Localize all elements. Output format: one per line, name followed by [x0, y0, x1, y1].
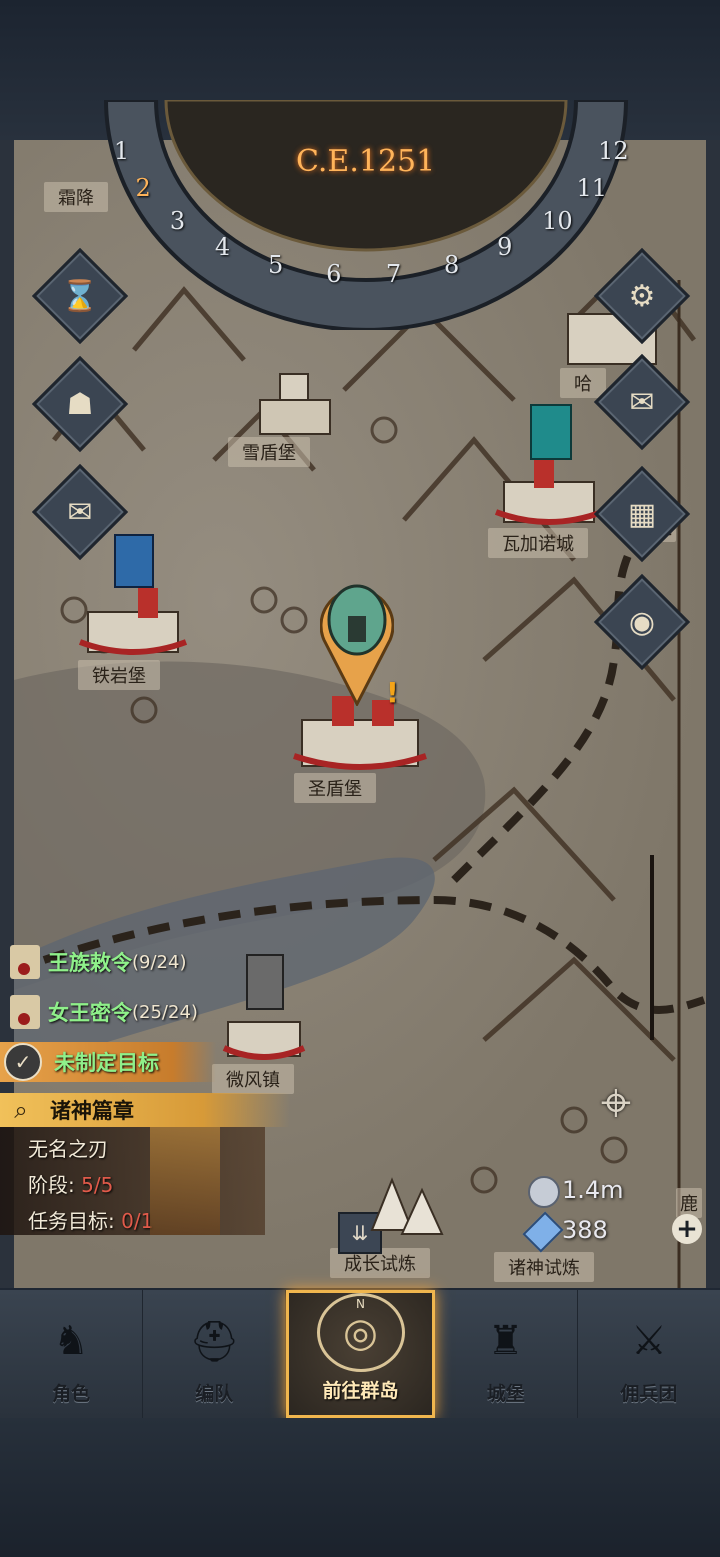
chapter-panel[interactable]: 无名之刃 阶段: 5/5 任务目标: 0/1: [0, 1127, 265, 1235]
chapter-name: 无名之刃: [28, 1137, 108, 1161]
knight-icon: ♞: [53, 1318, 90, 1364]
calendar-month-5[interactable]: 5: [268, 251, 283, 279]
quest-queen-order[interactable]: 女王密令 (25/24): [0, 992, 198, 1032]
place-wajianuo[interactable]: 瓦加诺城: [488, 528, 588, 558]
coin-icon: ◉: [628, 604, 656, 640]
calendar-month-7[interactable]: 7: [386, 260, 401, 288]
calendar-month-10[interactable]: 10: [542, 207, 573, 235]
place-ironrock[interactable]: 铁岩堡: [78, 660, 160, 690]
add-crystal-button[interactable]: +: [672, 1214, 702, 1244]
goal-value: 0/1: [121, 1209, 154, 1233]
crosshair-icon: ⌖: [600, 1071, 632, 1134]
hourglass-icon: ⌛: [61, 278, 99, 314]
quest-royal-edict[interactable]: 王族敕令 (9/24): [0, 942, 186, 982]
goal-row: 任务目标: 0/1: [28, 1205, 153, 1234]
quest-royal-edict-label: 王族敕令: [48, 951, 132, 975]
nav-islands-label: 前往群岛: [322, 1380, 399, 1402]
goal-label: 任务目标:: [28, 1209, 115, 1233]
nav-role-label: 角色: [52, 1383, 91, 1405]
calendar-month-8[interactable]: 8: [444, 251, 459, 279]
bag-icon: ☗: [66, 386, 94, 422]
bottom-frame: [0, 1418, 720, 1557]
compass-north: N: [356, 1297, 365, 1311]
nav-team-label: 编队: [195, 1383, 234, 1405]
silver-amount: 1.4m: [562, 1176, 624, 1204]
place-frost[interactable]: 霜降: [44, 182, 108, 212]
alert-icon: !: [386, 676, 399, 709]
plus-icon: +: [676, 1214, 698, 1244]
place-gods-trial[interactable]: 诸神试炼: [494, 1252, 594, 1282]
stage-label: 阶段:: [28, 1173, 75, 1197]
target-check-icon: ✓: [4, 1043, 42, 1081]
player-helmet-marker-icon[interactable]: [320, 580, 394, 706]
gear-icon: ⚙: [628, 278, 656, 314]
search-icon: ⌕: [14, 1096, 28, 1124]
calendar-month-2[interactable]: 2: [136, 174, 151, 202]
nav-islands[interactable]: N ◎ 前往群岛: [286, 1290, 435, 1418]
nav-role[interactable]: ♞ 角色: [0, 1290, 144, 1418]
nav-castle-label: 城堡: [486, 1383, 525, 1405]
locate-button[interactable]: ⌖: [568, 1070, 664, 1136]
scroll-seal-icon: [10, 995, 40, 1029]
no-target-label: 未制定目标: [54, 1051, 159, 1075]
place-snowshield[interactable]: 雪盾堡: [228, 437, 310, 467]
quest-queen-order-label: 女王密令: [48, 1001, 132, 1025]
stage-row: 阶段: 5/5: [28, 1169, 113, 1198]
calendar-year: C.E.1251: [296, 144, 436, 179]
faction-banner-icon: [114, 534, 154, 588]
helmet-icon: ⛑: [188, 1318, 240, 1365]
castle-icon: ♜: [487, 1318, 524, 1364]
right-edge: [706, 140, 720, 1288]
scroll-icon: ✉: [67, 494, 93, 530]
place-harbor[interactable]: 哈: [560, 368, 606, 398]
place-holyshield[interactable]: 圣盾堡: [294, 773, 376, 803]
chapter-title: 诸神篇章: [50, 1099, 134, 1123]
mail-icon: ✉: [629, 384, 655, 420]
nav-mercenary-label: 佣兵团: [620, 1383, 678, 1405]
calendar-month-4[interactable]: 4: [215, 233, 230, 261]
calendar-month-1[interactable]: 1: [114, 137, 129, 165]
calendar-month-6[interactable]: 6: [326, 260, 341, 288]
calendar-month-11[interactable]: 11: [576, 174, 607, 202]
faction-banner-icon: [246, 954, 284, 1010]
grid-icon: ▦: [627, 496, 657, 532]
castle-ironrock-icon[interactable]: [78, 582, 188, 658]
sword-icon: ⚔: [630, 1318, 667, 1364]
scroll-seal-icon: [10, 945, 40, 979]
chapter-bar[interactable]: ⌕ 诸神篇章: [0, 1093, 290, 1127]
stage-value: 5/5: [81, 1173, 114, 1197]
silver-coin-icon: [528, 1176, 560, 1208]
bottom-nav: ♞ 角色 ⛑ 编队 N ◎ 前往群岛 ♜ 城堡 ⚔ 佣兵团: [0, 1290, 720, 1418]
castle-wajianuo-icon[interactable]: [494, 452, 604, 528]
crystal-amount: 388: [562, 1216, 608, 1244]
quest-royal-edict-count: (9/24): [132, 951, 187, 973]
faction-banner-icon: [530, 404, 572, 460]
castle-snowshield-icon[interactable]: [258, 370, 332, 436]
nav-castle[interactable]: ♜ 城堡: [435, 1290, 578, 1418]
nav-mercenary[interactable]: ⚔ 佣兵团: [578, 1290, 720, 1418]
calendar-month-3[interactable]: 3: [170, 207, 185, 235]
castle-weifeng-icon[interactable]: [222, 1004, 306, 1060]
place-weifeng[interactable]: 微风镇: [212, 1064, 294, 1094]
calendar-month-9[interactable]: 9: [497, 233, 512, 261]
no-target-bar[interactable]: ✓ 未制定目标: [0, 1042, 216, 1082]
hero-portrait: [150, 1127, 220, 1235]
quest-queen-order-count: (25/24): [132, 1001, 198, 1023]
calendar-month-12[interactable]: 12: [598, 137, 629, 165]
nav-team[interactable]: ⛑ 编队: [143, 1290, 287, 1418]
trees-icon: [370, 1177, 444, 1235]
